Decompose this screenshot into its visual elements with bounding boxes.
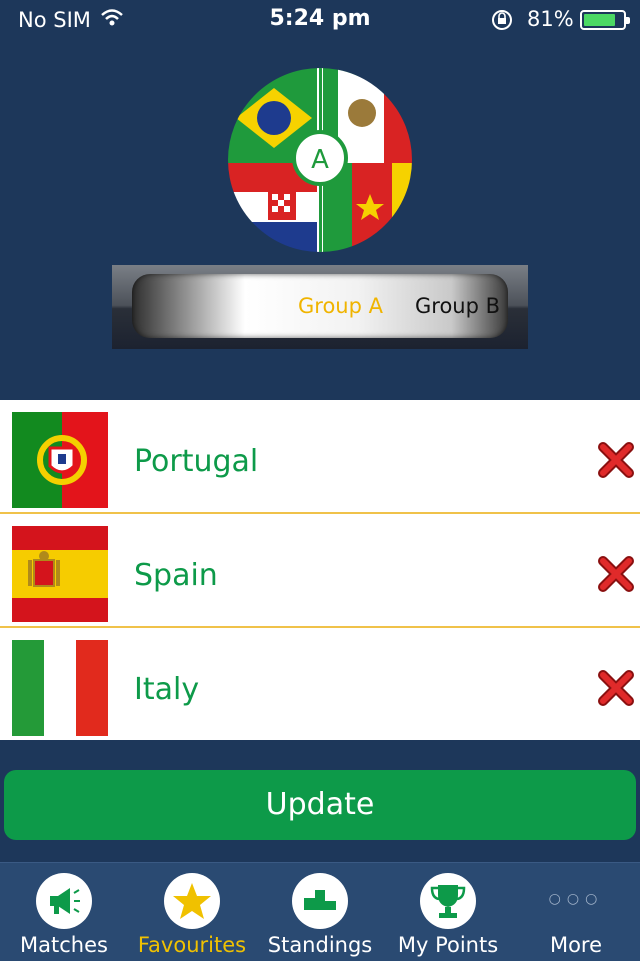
tab-standings[interactable]: Standings (256, 863, 384, 961)
remove-favourite-icon[interactable] (598, 442, 634, 478)
remove-favourite-icon[interactable] (598, 556, 634, 592)
tab-more[interactable]: ○○○ More (512, 863, 640, 961)
group-segmented-control: Group A Group B (132, 274, 508, 338)
group-letter: A (311, 145, 329, 175)
favourites-list: Portugal Spain Italy (0, 400, 640, 740)
tab-label: Standings (267, 933, 373, 957)
tab-favourites[interactable]: Favourites (128, 863, 256, 961)
tab-label: More (549, 933, 603, 957)
country-name: Italy (134, 672, 200, 707)
italy-flag-icon (12, 640, 108, 736)
update-button[interactable]: Update (4, 770, 636, 840)
tab-bar: Matches Favourites Standings My Points ○… (0, 862, 640, 961)
spain-flag-icon (12, 526, 108, 622)
megaphone-icon (36, 873, 92, 929)
group-selector-bar: Group A Group B (112, 265, 528, 349)
tab-label: Matches (20, 933, 108, 957)
podium-icon (292, 873, 348, 929)
list-item[interactable]: Spain (0, 514, 640, 628)
portugal-flag-icon (12, 412, 108, 508)
country-name: Portugal (134, 444, 259, 479)
country-name: Spain (134, 558, 218, 593)
trophy-icon (420, 873, 476, 929)
battery-icon (580, 10, 630, 30)
status-bar: No SIM 5:24 pm 81% (0, 0, 640, 40)
tab-label: Favourites (137, 933, 247, 957)
tab-matches[interactable]: Matches (0, 863, 128, 961)
group-a-tab[interactable]: Group A (298, 294, 383, 318)
more-dots-icon: ○○○ (548, 891, 604, 907)
group-b-tab[interactable]: Group B (415, 294, 500, 318)
list-item[interactable]: Portugal (0, 400, 640, 514)
rotation-lock-icon (490, 8, 514, 36)
tab-label: My Points (397, 933, 499, 957)
list-item[interactable]: Italy (0, 628, 640, 740)
battery-percent: 81% (527, 7, 574, 31)
tab-my-points[interactable]: My Points (384, 863, 512, 961)
star-icon (164, 873, 220, 929)
remove-favourite-icon[interactable] (598, 670, 634, 706)
group-logo: A (228, 68, 412, 252)
